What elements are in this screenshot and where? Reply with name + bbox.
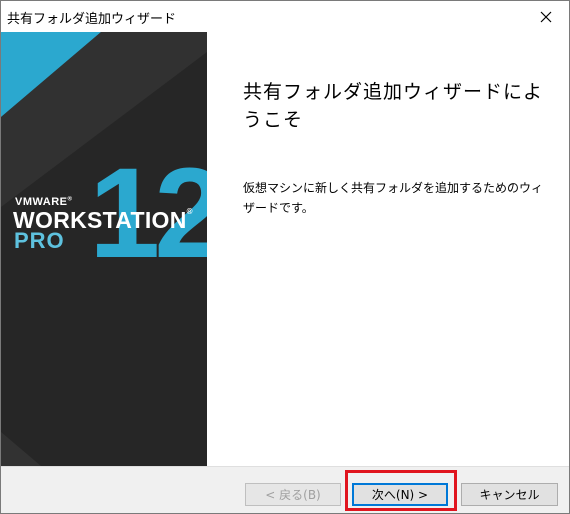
- next-button[interactable]: 次へ(N) >: [352, 483, 448, 506]
- close-button[interactable]: [523, 1, 569, 32]
- close-icon: [540, 11, 552, 22]
- window-title: 共有フォルダ追加ウィザード: [7, 12, 177, 27]
- button-bar: < 戻る(B) 次へ(N) > キャンセル: [1, 466, 569, 513]
- wizard-content: 共有フォルダ追加ウィザードにようこそ 仮想マシンに新しく共有フォルダを追加するた…: [207, 32, 569, 466]
- cancel-button[interactable]: キャンセル: [461, 483, 558, 506]
- product-banner: 12 VMWARE® WORKSTATION® PRO: [1, 32, 207, 466]
- wizard-description: 仮想マシンに新しく共有フォルダを追加するためのウィザードです。: [243, 181, 544, 215]
- back-button[interactable]: < 戻る(B): [245, 483, 341, 506]
- edition-label: PRO: [14, 228, 65, 253]
- title-bar: 共有フォルダ追加ウィザード: [1, 1, 569, 32]
- wizard-window: 共有フォルダ追加ウィザード 12 VMWARE® WORKSTATION® PR…: [0, 0, 570, 514]
- wizard-heading: 共有フォルダ追加ウィザードにようこそ: [243, 81, 544, 131]
